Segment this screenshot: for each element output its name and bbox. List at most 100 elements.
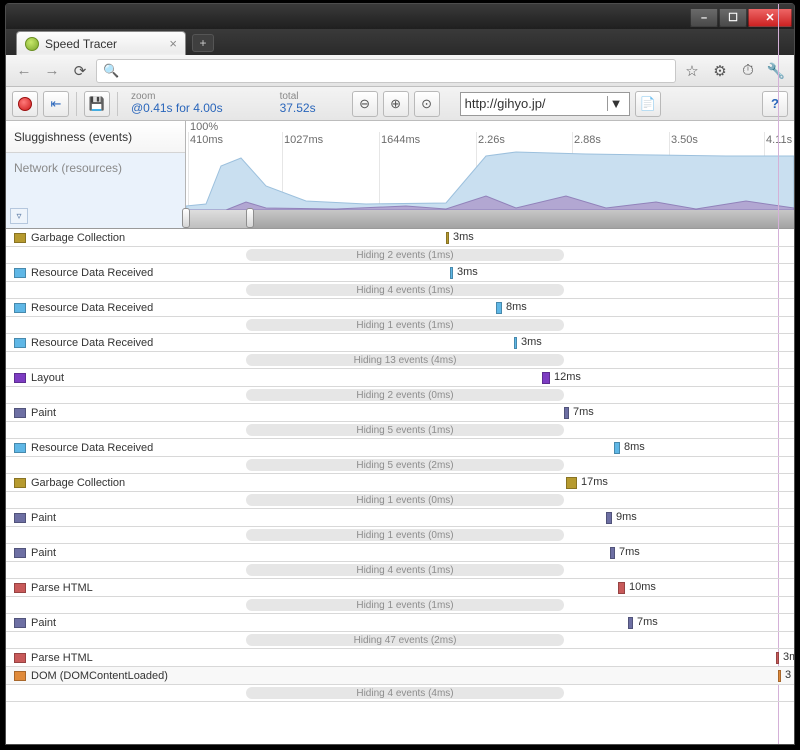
event-row[interactable]: Paint7ms: [6, 404, 794, 422]
timeline-left-panel: Sluggishness (events) Network (resources…: [6, 121, 186, 228]
hiding-label: Hiding 1 events (1ms): [246, 319, 564, 331]
zoom-all-button[interactable]: ⊙: [414, 91, 440, 117]
event-swatch-icon: [14, 548, 26, 558]
total-info: total 37.52s: [274, 91, 322, 116]
event-bar: [566, 477, 577, 489]
hiding-row[interactable]: Hiding 5 events (1ms): [6, 422, 794, 439]
event-swatch-icon: [14, 408, 26, 418]
window-buttons: – ☐ ✕: [689, 9, 792, 29]
event-row[interactable]: Parse HTML10ms: [6, 579, 794, 597]
event-bar: [778, 670, 781, 682]
separator: [76, 92, 77, 116]
event-duration: 7ms: [637, 616, 658, 628]
event-bar: [446, 232, 449, 244]
titlebar: – ☐ ✕: [6, 4, 794, 29]
range-handle-left[interactable]: [182, 208, 190, 228]
range-fill: [186, 210, 250, 228]
event-row[interactable]: DOM (DOMContentLoaded)3: [6, 667, 794, 685]
forward-button[interactable]: →: [40, 59, 64, 83]
reload-button[interactable]: ⟳: [68, 59, 92, 83]
event-name: Garbage Collection: [31, 477, 125, 489]
event-swatch-icon: [14, 653, 26, 663]
speedtracer-ext-icon[interactable]: ⏱: [736, 59, 760, 83]
maximize-button[interactable]: ☐: [719, 9, 747, 27]
filter-button[interactable]: ▿: [10, 208, 28, 224]
omnibox[interactable]: 🔍: [96, 59, 676, 83]
report-button[interactable]: 📄: [635, 91, 661, 117]
overview-graph: [186, 146, 794, 210]
network-row[interactable]: Network (resources): [6, 153, 185, 228]
hiding-row[interactable]: Hiding 1 events (0ms): [6, 492, 794, 509]
event-bar: [564, 407, 569, 419]
event-row[interactable]: Layout12ms: [6, 369, 794, 387]
hiding-row[interactable]: Hiding 1 events (1ms): [6, 317, 794, 334]
tab-title: Speed Tracer: [45, 37, 117, 51]
page-url-select[interactable]: http://gihyo.jp/ ▼: [460, 92, 630, 116]
hiding-row[interactable]: Hiding 1 events (0ms): [6, 527, 794, 544]
hiding-row[interactable]: Hiding 4 events (4ms): [6, 685, 794, 702]
event-row[interactable]: Resource Data Received8ms: [6, 299, 794, 317]
event-row[interactable]: Resource Data Received8ms: [6, 439, 794, 457]
event-list[interactable]: Garbage Collection3msHiding 2 events (1m…: [6, 229, 794, 744]
event-duration: 10ms: [629, 581, 656, 593]
event-bar: [776, 652, 779, 664]
close-button[interactable]: ✕: [748, 9, 792, 27]
speedtracer-toolbar: ⇤ 💾 zoom @0.41s for 4.00s total 37.52s ⊖…: [6, 87, 794, 121]
hiding-label: Hiding 1 events (0ms): [246, 529, 564, 541]
zoom-out-button[interactable]: ⊖: [352, 91, 378, 117]
hiding-label: Hiding 4 events (4ms): [246, 687, 564, 699]
event-duration: 8ms: [624, 441, 645, 453]
event-duration: 17ms: [581, 476, 608, 488]
event-row[interactable]: Paint9ms: [6, 509, 794, 527]
timeline-tick-label: 4.11s: [766, 134, 792, 146]
event-swatch-icon: [14, 233, 26, 243]
hiding-label: Hiding 1 events (0ms): [246, 494, 564, 506]
timeline-tick-label: 2.26s: [478, 134, 505, 146]
event-row[interactable]: Parse HTML3m: [6, 649, 794, 667]
event-row[interactable]: Resource Data Received3ms: [6, 334, 794, 352]
timeline-chart[interactable]: 100% 410ms1027ms1644ms2.26s2.88s3.50s4.1…: [186, 121, 794, 228]
zoom-in-button[interactable]: ⊕: [383, 91, 409, 117]
hiding-row[interactable]: Hiding 2 events (0ms): [6, 387, 794, 404]
record-button[interactable]: [12, 91, 38, 117]
back-button[interactable]: ←: [12, 59, 36, 83]
event-name: Garbage Collection: [31, 232, 125, 244]
extension-gear-icon[interactable]: ⚙: [708, 59, 732, 83]
event-row[interactable]: Paint7ms: [6, 614, 794, 632]
event-row[interactable]: Paint7ms: [6, 544, 794, 562]
new-tab-button[interactable]: +: [192, 34, 214, 52]
sluggishness-row[interactable]: Sluggishness (events): [6, 121, 185, 153]
minimize-button[interactable]: –: [690, 9, 718, 27]
hiding-row[interactable]: Hiding 2 events (1ms): [6, 247, 794, 264]
event-name: DOM (DOMContentLoaded): [31, 670, 168, 682]
wrench-menu-button[interactable]: 🔧: [764, 59, 788, 83]
hiding-label: Hiding 2 events (0ms): [246, 389, 564, 401]
hiding-row[interactable]: Hiding 4 events (1ms): [6, 282, 794, 299]
save-button[interactable]: 💾: [84, 91, 110, 117]
event-duration: 12ms: [554, 371, 581, 383]
hiding-row[interactable]: Hiding 5 events (2ms): [6, 457, 794, 474]
range-handle-right[interactable]: [246, 208, 254, 228]
event-duration: 3ms: [521, 336, 542, 348]
tab-speed-tracer[interactable]: Speed Tracer ×: [16, 31, 186, 55]
tab-strip: Speed Tracer × +: [6, 29, 794, 55]
reset-button[interactable]: ⇤: [43, 91, 69, 117]
bookmark-star-button[interactable]: ☆: [680, 59, 704, 83]
hiding-row[interactable]: Hiding 13 events (4ms): [6, 352, 794, 369]
chevron-down-icon[interactable]: ▼: [607, 96, 625, 111]
range-slider[interactable]: [186, 210, 794, 228]
event-row[interactable]: Garbage Collection3ms: [6, 229, 794, 247]
browser-toolbar: ← → ⟳ 🔍 ☆ ⚙ ⏱ 🔧: [6, 55, 794, 87]
event-row[interactable]: Resource Data Received3ms: [6, 264, 794, 282]
tab-close-icon[interactable]: ×: [169, 36, 177, 51]
event-bar: [450, 267, 453, 279]
hiding-row[interactable]: Hiding 1 events (1ms): [6, 597, 794, 614]
event-swatch-icon: [14, 513, 26, 523]
hiding-row[interactable]: Hiding 4 events (1ms): [6, 562, 794, 579]
event-swatch-icon: [14, 583, 26, 593]
event-row[interactable]: Garbage Collection 17ms: [6, 474, 794, 492]
event-name: Paint: [31, 407, 56, 419]
hiding-row[interactable]: Hiding 47 events (2ms): [6, 632, 794, 649]
help-button[interactable]: ?: [762, 91, 788, 117]
hiding-label: Hiding 2 events (1ms): [246, 249, 564, 261]
